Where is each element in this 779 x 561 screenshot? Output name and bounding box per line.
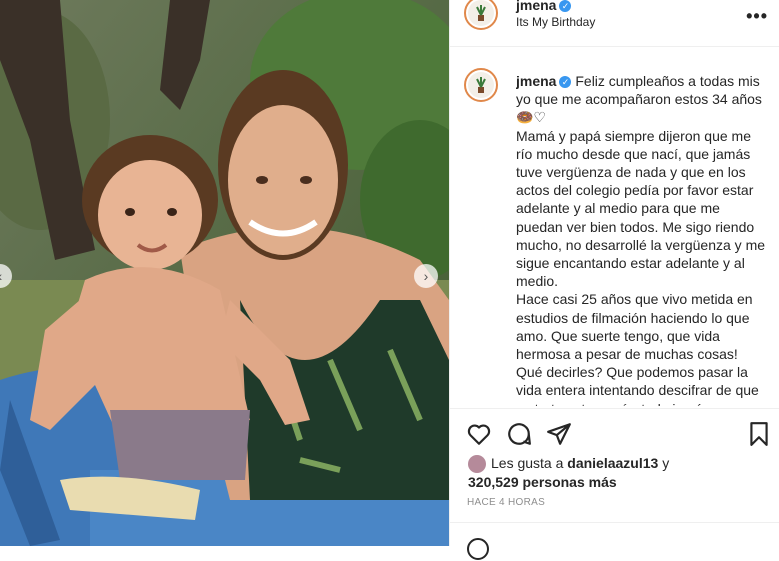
post-caption: jmena ✓ Feliz cumpleaños a todas mis yo q… xyxy=(516,72,766,406)
caption-emojis: 🍩♡ xyxy=(516,109,546,126)
header-username[interactable]: jmena xyxy=(516,0,556,13)
likes-prefix: Les gusta a xyxy=(491,455,564,471)
post-location[interactable]: Its My Birthday xyxy=(516,15,595,29)
emoji-icon[interactable] xyxy=(466,537,490,561)
likes-summary: Les gusta a danielaazul13 y 320,529 pers… xyxy=(468,454,669,491)
heart-icon[interactable] xyxy=(466,421,492,447)
post-header: jmena ✓ Its My Birthday ••• xyxy=(450,0,779,47)
bookmark-icon[interactable] xyxy=(746,421,772,447)
comment-input-area[interactable] xyxy=(450,522,779,560)
plant-icon xyxy=(468,0,494,26)
verified-badge-icon: ✓ xyxy=(559,0,572,12)
likes-count[interactable]: 320,529 personas más xyxy=(468,474,617,490)
caption-username[interactable]: jmena xyxy=(516,73,556,89)
plant-icon xyxy=(468,72,494,98)
action-bar xyxy=(450,408,779,457)
caption-avatar[interactable] xyxy=(464,68,498,102)
caption-paragraph-2: Mamá y papá siempre dijeron que me río m… xyxy=(516,127,766,290)
caption-paragraph-3: Hace casi 25 años que vivo metida en est… xyxy=(516,291,759,406)
photo-image xyxy=(0,0,449,546)
chevron-right-icon: › xyxy=(423,268,429,284)
post-timestamp[interactable]: HACE 4 HORAS xyxy=(467,497,545,508)
chevron-left-icon: ‹ xyxy=(0,268,2,284)
post-sidebar: jmena ✓ Its My Birthday ••• jmena ✓ Feliz … xyxy=(449,0,779,560)
avatar[interactable] xyxy=(464,0,498,30)
likes-connector: y xyxy=(662,455,670,471)
post-photo[interactable]: ‹ › xyxy=(0,0,449,546)
share-icon[interactable] xyxy=(546,421,572,447)
liker-avatar[interactable] xyxy=(468,455,486,474)
liked-by-username[interactable]: danielaazul13 xyxy=(567,455,658,471)
next-photo-button[interactable]: › xyxy=(414,264,438,288)
more-options-button[interactable]: ••• xyxy=(746,6,768,27)
comment-icon[interactable] xyxy=(506,421,532,447)
verified-badge-icon: ✓ xyxy=(559,76,572,89)
